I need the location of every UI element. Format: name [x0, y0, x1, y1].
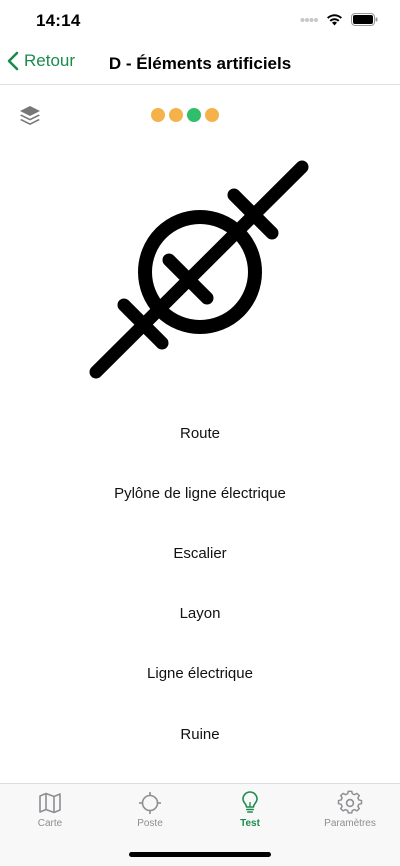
tab-parametres-label: Paramètres — [324, 818, 376, 829]
progress-dot — [205, 108, 219, 122]
tab-carte-label: Carte — [37, 818, 63, 829]
option-ruine[interactable]: Ruine — [0, 704, 400, 764]
status-icons — [300, 13, 378, 26]
option-escalier[interactable]: Escalier — [0, 523, 400, 583]
page-title-text: D - Éléments artificiels — [108, 54, 292, 73]
layers-icon — [20, 106, 40, 125]
status-bar: 14:14 — [0, 0, 400, 42]
wifi-icon — [327, 14, 342, 26]
tab-parametres[interactable]: Paramètres — [300, 790, 400, 829]
page-title: D - Éléments artificiels — [0, 54, 400, 74]
tab-carte[interactable]: Carte — [0, 790, 100, 829]
home-indicator — [129, 852, 271, 857]
signal-icon — [300, 17, 318, 22]
option-layon[interactable]: Layon — [0, 584, 400, 644]
option-route[interactable]: Route — [0, 403, 400, 463]
progress-dot — [187, 108, 201, 122]
navigation-bar: Retour D - Éléments artificiels — [0, 42, 400, 85]
progress-dot — [151, 108, 165, 122]
option-pylone[interactable]: Pylône de ligne électrique — [0, 463, 400, 523]
quiz-toolbar — [0, 96, 400, 136]
battery-icon — [351, 13, 378, 26]
status-time: 14:14 — [36, 11, 81, 30]
tab-poste-label: Poste — [137, 818, 163, 829]
crosshair-icon — [139, 792, 161, 814]
progress-dots — [151, 108, 219, 122]
option-ligne-electrique[interactable]: Ligne électrique — [0, 644, 400, 704]
tab-test-label: Test — [240, 818, 260, 829]
tab-poste[interactable]: Poste — [100, 790, 200, 829]
map-icon — [39, 792, 61, 814]
layers-button[interactable] — [16, 101, 44, 129]
progress-dot — [169, 108, 183, 122]
symbol-graphic — [89, 160, 309, 379]
lightbulb-icon — [242, 791, 258, 813]
gear-icon — [337, 790, 363, 814]
answer-options: Route Pylône de ligne électrique Escalie… — [0, 403, 400, 764]
map-symbol — [0, 140, 400, 390]
tab-test[interactable]: Test — [200, 790, 300, 829]
